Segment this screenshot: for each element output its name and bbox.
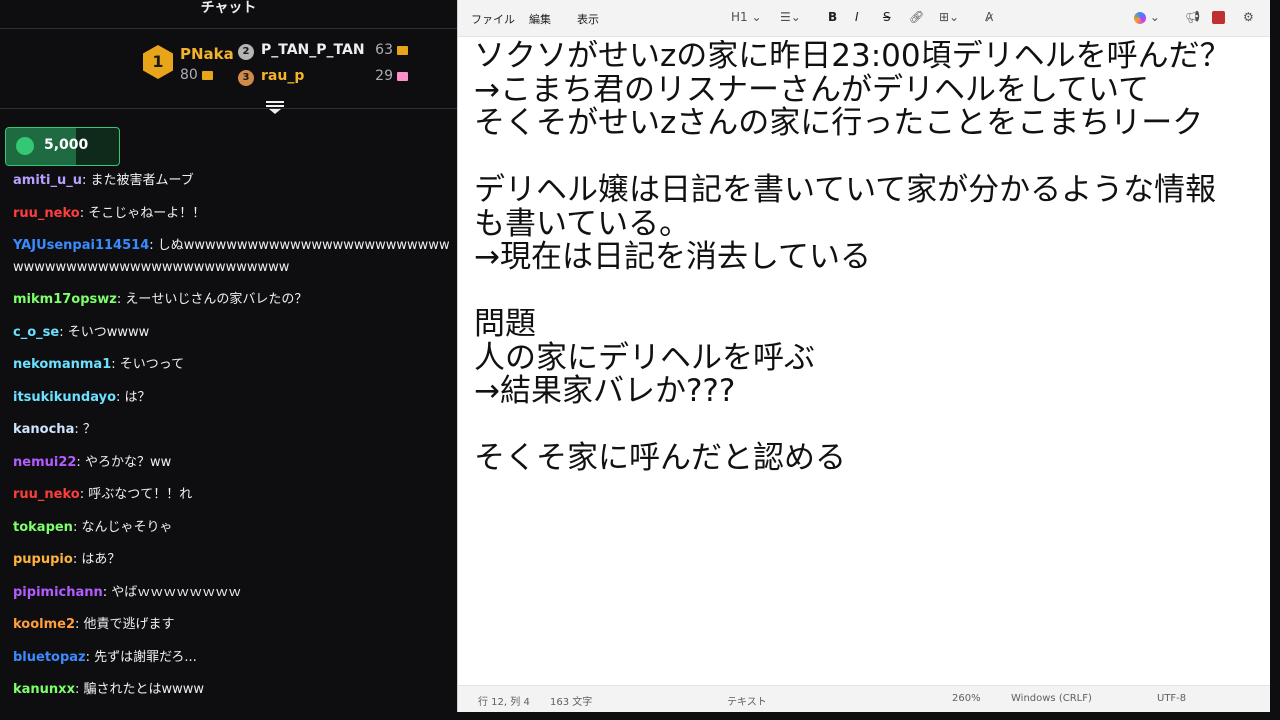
- chat-username[interactable]: pipimichann: [13, 585, 103, 600]
- profile-icon[interactable]: [1212, 10, 1225, 24]
- chat-panel: チャット 1 PNaka 80 2 P_TAN_P_TAN 63 3 rau_p…: [0, 0, 457, 720]
- chat-username[interactable]: amiti_u_u: [13, 173, 82, 188]
- announcement-icon[interactable]: 📢︎: [1185, 10, 1200, 24]
- menu-file[interactable]: ファイル: [471, 11, 515, 27]
- chat-message: pupupio: はあ？: [13, 552, 121, 567]
- leaderboard: 1 PNaka 80 2 P_TAN_P_TAN 63 3 rau_p 29: [0, 29, 457, 109]
- chat-message-text: そいつwwww: [67, 324, 150, 340]
- chat-message-text: 先ずは謝罪だろ...: [94, 649, 197, 665]
- heading-dropdown[interactable]: H1 ⌄: [731, 10, 762, 24]
- clear-format-icon[interactable]: A̷: [985, 10, 993, 24]
- chat-message-text: やばｗｗｗｗｗｗｗｗ: [111, 584, 242, 600]
- chat-message: koolme2: 他責で逃げます: [13, 617, 175, 632]
- background-strip: [1270, 0, 1280, 720]
- chat-message: ruu_neko: そこじゃねーよ！！: [13, 205, 206, 221]
- goal-value: 5,000: [44, 137, 89, 153]
- chat-message: bluetopaz: 先ずは謝罪だろ...: [13, 649, 197, 665]
- chat-username[interactable]: tokapen: [13, 520, 73, 535]
- copilot-dropdown-icon[interactable]: ⌄: [1134, 10, 1160, 24]
- chat-username[interactable]: koolme2: [13, 617, 75, 632]
- chat-messages: amiti_u_u: また被害者ムーブ ruu_neko: そこじゃねーよ！！ YA…: [13, 170, 457, 712]
- bold-icon[interactable]: B: [828, 10, 837, 24]
- gift-icon: [201, 70, 213, 80]
- status-chars: 163 文字: [550, 697, 593, 708]
- chat-message: YAJUsenpai114514: しぬwwwwwwwwwwwwwwwwwwww…: [13, 238, 450, 275]
- chat-message-text: また被害者ムーブ: [90, 173, 194, 188]
- chat-message: amiti_u_u: また被害者ムーブ: [13, 173, 194, 188]
- status-bar: 行 12, 列 4 163 文字 テキスト 260% Windows (CRLF…: [458, 685, 1271, 712]
- chat-username[interactable]: YAJUsenpai114514: [13, 238, 149, 253]
- chat-username[interactable]: bluetopaz: [13, 650, 86, 665]
- italic-icon[interactable]: I: [855, 10, 859, 24]
- chat-message: pipimichann: やばｗｗｗｗｗｗｗｗ: [13, 584, 242, 600]
- chat-message-text: そこじゃねーよ！！: [88, 205, 206, 221]
- table-dropdown-icon[interactable]: ⊞⌄: [939, 10, 959, 24]
- leaderboard-name: rau_p: [261, 68, 305, 84]
- chat-message-text: は？: [124, 389, 151, 405]
- notepad-window: ファイル 編集 表示 H1 ⌄ ☰⌄ B I S 🔗︎ ⊞⌄ A̷ ⌄ 📢︎ ⚙…: [457, 0, 1271, 712]
- chat-message-text: やろかな？ww: [84, 454, 172, 470]
- status-zoom[interactable]: 260%: [952, 693, 981, 704]
- status-encoding: UTF-8: [1157, 693, 1187, 704]
- gift-icon: [397, 45, 408, 55]
- chat-username[interactable]: itsukikundayo: [13, 390, 116, 405]
- strikethrough-icon[interactable]: S: [883, 10, 891, 24]
- chat-title: チャット: [0, 0, 457, 29]
- editor-text[interactable]: ソクソがせいzの家に昨日23:00頃デリヘルを呼んだ？ →こまち君のリスナーさん…: [474, 40, 1264, 680]
- chat-message-text: なんじゃそりゃ: [81, 519, 173, 535]
- rank-2-badge-icon: 2: [238, 44, 254, 60]
- chat-message-text: 呼ぶなつて！！れ: [88, 487, 193, 502]
- chat-username[interactable]: ruu_neko: [13, 206, 80, 221]
- chat-message: itsukikundayo: は？: [13, 389, 151, 405]
- chat-message: ruu_neko: 呼ぶなつて！！れ: [13, 487, 193, 502]
- chat-username[interactable]: c_o_se: [13, 325, 59, 340]
- chat-message: nemui22: やろかな？ww: [13, 454, 172, 470]
- chat-message: tokapen: なんじゃそりゃ: [13, 519, 173, 535]
- menu-bar: ファイル 編集 表示 H1 ⌄ ☰⌄ B I S 🔗︎ ⊞⌄ A̷ ⌄ 📢︎ ⚙: [458, 0, 1271, 37]
- chat-message-text: 他責で逃げます: [83, 617, 175, 632]
- goal-icon: [16, 137, 34, 155]
- chat-username[interactable]: kanocha: [13, 422, 74, 437]
- status-eol: Windows (CRLF): [1011, 693, 1092, 704]
- leaderboard-points: 63: [375, 42, 408, 58]
- chat-message: nekomanma1: そいつって: [13, 357, 185, 372]
- leaderboard-points: 80: [180, 67, 213, 83]
- status-format: テキスト: [727, 697, 767, 708]
- background-strip: [457, 712, 1280, 720]
- goal-chip[interactable]: 5,000: [5, 127, 120, 166]
- leaderboard-name: PNaka: [180, 45, 234, 63]
- chat-message: mikm17opswz: えーせいじさんの家バレたの？: [13, 292, 308, 307]
- chat-username[interactable]: ruu_neko: [13, 487, 80, 502]
- chat-message-text: はあ？: [81, 552, 121, 567]
- rank-3-badge-icon: 3: [238, 70, 254, 86]
- chat-message: c_o_se: そいつwwww: [13, 324, 150, 340]
- status-position: 行 12, 列 4: [478, 697, 530, 708]
- chat-message-text: ？: [82, 422, 96, 437]
- menu-view[interactable]: 表示: [577, 11, 599, 27]
- gift-icon: [397, 71, 408, 81]
- chat-message-text: 騙されたとはwwww: [83, 682, 204, 697]
- leaderboard-third[interactable]: 3 rau_p 29: [238, 68, 418, 88]
- leaderboard-name: P_TAN_P_TAN: [261, 42, 365, 58]
- chat-message: kanocha: ？: [13, 422, 96, 437]
- settings-gear-icon[interactable]: ⚙: [1243, 10, 1254, 24]
- menu-edit[interactable]: 編集: [529, 11, 551, 27]
- link-icon[interactable]: 🔗︎: [909, 10, 924, 24]
- leaderboard-second[interactable]: 2 P_TAN_P_TAN 63: [238, 42, 418, 62]
- chat-username[interactable]: kanunxx: [13, 682, 75, 697]
- chat-message-text: そいつって: [119, 357, 185, 372]
- list-dropdown-icon[interactable]: ☰⌄: [780, 10, 801, 24]
- chat-username[interactable]: nekomanma1: [13, 357, 111, 372]
- chat-username[interactable]: pupupio: [13, 552, 73, 567]
- leaderboard-points: 29: [375, 68, 408, 84]
- rank-1-badge-icon: 1: [143, 45, 173, 79]
- chat-username[interactable]: mikm17opswz: [13, 292, 117, 307]
- chat-username[interactable]: nemui22: [13, 455, 76, 470]
- chat-message-text: えーせいじさんの家バレたの？: [125, 292, 308, 307]
- collapse-icon[interactable]: [266, 101, 284, 115]
- chat-message: kanunxx: 騙されたとはwwww: [13, 682, 204, 697]
